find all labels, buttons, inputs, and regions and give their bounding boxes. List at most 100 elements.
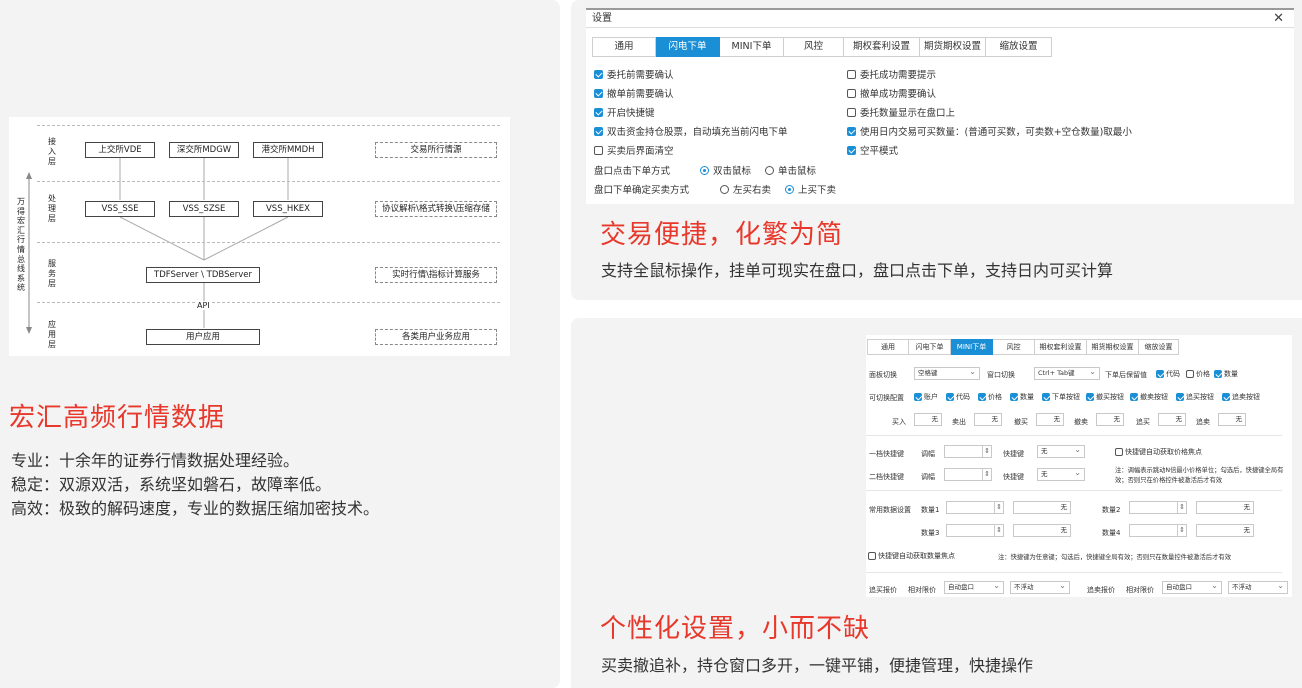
checkbox-checked[interactable] — [946, 393, 954, 401]
option-success-prompt[interactable]: 委托成功需要提示 — [847, 67, 936, 81]
radio-selected[interactable] — [785, 184, 795, 194]
auto-qty-focus[interactable]: 快捷键自动获取数量焦点 — [868, 551, 955, 561]
auto-price-focus[interactable]: 快捷键自动获取价格焦点 — [1115, 447, 1202, 457]
checkbox-checked[interactable] — [1130, 393, 1138, 401]
radio-unselected[interactable] — [765, 165, 775, 175]
tab-general[interactable]: 通用 — [867, 339, 909, 355]
divider — [866, 572, 1282, 573]
checkbox-checked[interactable] — [1176, 393, 1184, 401]
checkbox-checked[interactable] — [847, 145, 856, 155]
tab-option-arbitrage[interactable]: 期权套利设置 — [844, 37, 920, 57]
qty-input[interactable]: 无 — [1013, 524, 1071, 537]
desc-box-service: 实时行情\指标计算服务 — [375, 267, 497, 283]
qty-input[interactable]: 无 — [1196, 524, 1254, 537]
quick-field-label: 追卖 — [1196, 418, 1210, 426]
visible-option[interactable]: 账户 — [914, 392, 938, 402]
option-confirm-before-cancel[interactable]: 撤单前需要确认 — [594, 86, 674, 100]
tab-futures-options[interactable]: 期货期权设置 — [1087, 339, 1139, 355]
option-flat-mode[interactable]: 空平模式 — [847, 143, 898, 157]
radio-selected[interactable] — [700, 165, 709, 175]
checkbox-unchecked[interactable] — [847, 107, 856, 117]
close-icon[interactable]: ✕ — [1273, 10, 1284, 28]
visible-option[interactable]: 价格 — [978, 392, 1002, 402]
checkbox-checked[interactable] — [1222, 393, 1230, 401]
qty-input[interactable]: 无 — [1196, 501, 1254, 514]
source-box-szse: 深交所MDGW — [169, 142, 239, 158]
shortcut-select[interactable]: 无 — [1037, 467, 1085, 481]
visible-option[interactable]: 代码 — [946, 392, 970, 402]
tab-risk[interactable]: 风控 — [784, 37, 844, 57]
visible-option[interactable]: 撤买按钮 — [1086, 392, 1124, 402]
radio-unselected[interactable] — [720, 184, 729, 194]
visible-option[interactable]: 数量 — [1010, 392, 1034, 402]
quick-field-input[interactable]: 无 — [974, 413, 1002, 426]
tab-general[interactable]: 通用 — [592, 37, 656, 57]
left-section-line: 稳定：双源双活，系统坚如磐石，故障率低。 — [11, 475, 332, 494]
window-switch-select[interactable]: Ctrl+ Tab键 — [1034, 366, 1100, 380]
qty-stepper[interactable] — [1129, 524, 1187, 537]
chase-buy-price-select[interactable]: 自动盘口 — [944, 580, 1004, 594]
checkbox-checked[interactable] — [847, 126, 856, 136]
tab-flash-order[interactable]: 闪电下单 — [656, 37, 720, 57]
option-enable-shortcuts[interactable]: 开启快捷键 — [594, 105, 655, 119]
checkbox-checked[interactable] — [1086, 393, 1094, 401]
adjust-stepper[interactable] — [944, 445, 992, 458]
adjust-stepper[interactable] — [944, 468, 992, 481]
left-panel: 万得宏汇行情总线系统 接入层 处理层 服务层 应用层 上交所VDE 深交所MDG… — [0, 0, 560, 688]
shortcut-select[interactable]: 无 — [1037, 444, 1085, 458]
checkbox-checked[interactable] — [594, 107, 603, 117]
keep-qty[interactable]: 数量 — [1214, 369, 1238, 379]
tab-zoom[interactable]: 缩放设置 — [1139, 339, 1179, 355]
option-intraday-buyable[interactable]: 使用日内交易可买数量：(普通可买数，可卖数+空仓数量)取最小 — [847, 124, 1132, 138]
checkbox-checked[interactable] — [594, 88, 603, 98]
quick-field-input[interactable]: 无 — [1096, 413, 1124, 426]
tab-zoom[interactable]: 缩放设置 — [986, 37, 1052, 57]
checkbox-unchecked[interactable] — [847, 69, 856, 79]
option-show-qty-on-book[interactable]: 委托数量显示在盘口上 — [847, 105, 955, 119]
checkbox-checked[interactable] — [594, 126, 603, 136]
tab-mini-order[interactable]: MINI下单 — [951, 339, 993, 355]
keep-price[interactable]: 价格 — [1186, 369, 1210, 379]
checkbox-checked[interactable] — [594, 69, 603, 79]
tab-mini-order[interactable]: MINI下单 — [720, 37, 784, 57]
qty-stepper[interactable] — [946, 524, 1004, 537]
visible-option[interactable]: 撤卖按钮 — [1130, 392, 1168, 402]
option-clear-after-trade[interactable]: 买卖后界面清空 — [594, 143, 674, 157]
checkbox-unchecked[interactable] — [868, 552, 876, 560]
checkbox-checked[interactable] — [978, 393, 986, 401]
checkbox-checked[interactable] — [914, 393, 922, 401]
quick-field-input[interactable]: 无 — [1158, 413, 1186, 426]
quick-field-input[interactable]: 无 — [1036, 413, 1064, 426]
checkbox-checked[interactable] — [1010, 393, 1018, 401]
panel-switch-select[interactable]: 空格键 — [914, 366, 980, 380]
checkbox-unchecked[interactable] — [594, 145, 603, 155]
quick-field-input[interactable]: 无 — [914, 413, 942, 426]
chase-sell-price-select[interactable]: 自动盘口 — [1162, 580, 1222, 594]
qty-stepper[interactable] — [1129, 501, 1187, 514]
visible-option[interactable]: 下单按钮 — [1042, 392, 1080, 402]
visible-option[interactable]: 追卖按钮 — [1222, 392, 1260, 402]
checkbox-unchecked[interactable] — [1115, 448, 1123, 456]
checkbox-checked[interactable] — [1042, 393, 1050, 401]
tab-option-arbitrage[interactable]: 期权套利设置 — [1035, 339, 1087, 355]
adjust-label: 调幅 — [921, 473, 935, 481]
radio-row-click-mode: 盘口点击下单方式 双击鼠标 单击鼠标 — [594, 163, 816, 177]
tab-flash-order[interactable]: 闪电下单 — [909, 339, 951, 355]
checkbox-checked[interactable] — [1156, 370, 1164, 378]
chase-sell-float-select[interactable]: 不浮动 — [1228, 580, 1288, 594]
option-confirm-before-order[interactable]: 委托前需要确认 — [594, 67, 674, 81]
left-section-title: 宏汇高频行情数据 — [9, 403, 226, 433]
tab-futures-options[interactable]: 期货期权设置 — [920, 37, 986, 57]
checkbox-checked[interactable] — [1214, 370, 1222, 378]
option-dblclick-autofill[interactable]: 双击资金持仓股票，自动填充当前闪电下单 — [594, 124, 788, 138]
checkbox-unchecked[interactable] — [847, 88, 856, 98]
qty-stepper[interactable] — [946, 501, 1004, 514]
quick-field-input[interactable]: 无 — [1218, 413, 1246, 426]
chase-buy-float-select[interactable]: 不浮动 — [1010, 580, 1070, 594]
tab-risk[interactable]: 风控 — [993, 339, 1035, 355]
checkbox-unchecked[interactable] — [1186, 370, 1194, 378]
option-cancel-success-confirm[interactable]: 撤单成功需要确认 — [847, 86, 936, 100]
keep-code[interactable]: 代码 — [1156, 369, 1180, 379]
qty-input[interactable]: 无 — [1013, 501, 1071, 514]
visible-option[interactable]: 追买按钮 — [1176, 392, 1214, 402]
